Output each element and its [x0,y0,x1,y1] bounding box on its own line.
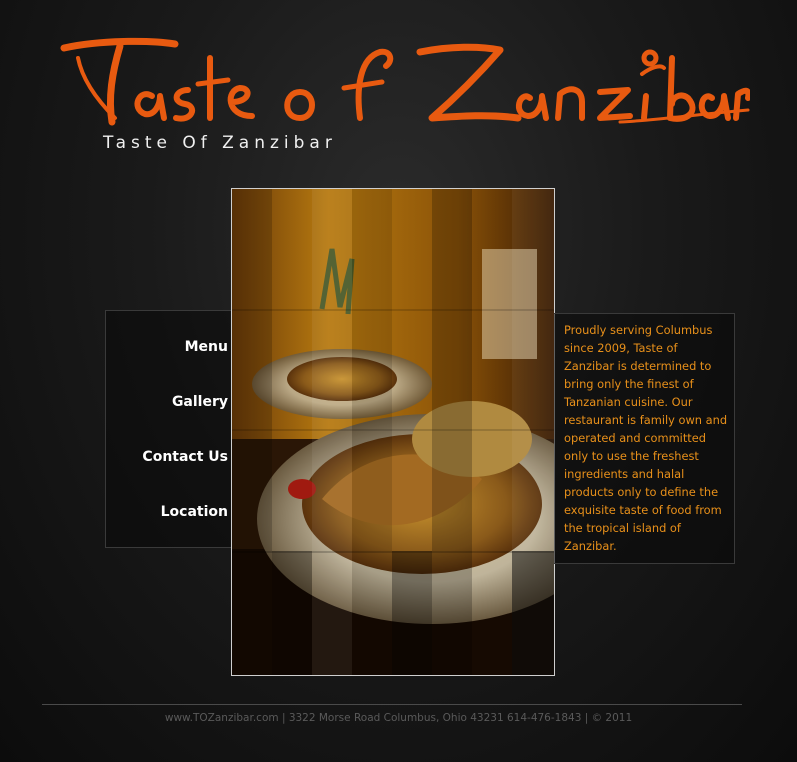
food-photo-slideshow [231,188,555,676]
about-text: Proudly serving Columbus since 2009, Tas… [564,323,728,553]
nav-item-menu[interactable]: Menu [185,339,228,355]
nav-item-location[interactable]: Location [161,504,228,520]
nav-item-contact-us[interactable]: Contact Us [142,449,228,465]
footer-text: www.TOZanzibar.com | 3322 Morse Road Col… [164,712,633,724]
main-nav: Menu Gallery Contact Us Location [105,310,232,548]
site-logo [60,18,750,128]
nav-item-gallery[interactable]: Gallery [172,394,228,410]
about-panel: Proudly serving Columbus since 2009, Tas… [554,313,735,564]
site-subtitle: Taste Of Zanzibar [103,133,337,153]
footer-divider [42,704,742,705]
